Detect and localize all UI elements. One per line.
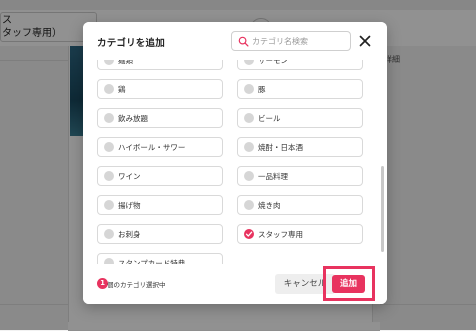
checkbox-unchecked-icon[interactable] — [244, 171, 254, 181]
category-label: サーモン — [258, 60, 288, 65]
checkbox-unchecked-icon[interactable] — [104, 84, 114, 94]
category-checkbox-item[interactable]: サーモン — [237, 60, 363, 70]
close-icon[interactable] — [357, 33, 373, 49]
category-checkbox-item[interactable]: ビール — [237, 108, 363, 128]
category-label: ワイン — [118, 172, 141, 181]
checkbox-unchecked-icon[interactable] — [244, 200, 254, 210]
checkbox-unchecked-icon[interactable] — [244, 60, 254, 65]
category-label: スタッフ専用 — [258, 230, 303, 239]
checkbox-unchecked-icon[interactable] — [244, 84, 254, 94]
category-label: 麺類 — [118, 60, 133, 65]
category-checkbox-item[interactable]: スタッフ専用 — [237, 224, 363, 244]
category-list-scroll-area[interactable]: 麺類 サーモン鶏 豚飲み放題 ビールハイボール・サワー 焼酎・日本酒ワイン 一品料理揚げ物… — [83, 60, 387, 264]
category-checkbox-item[interactable]: お刺身 — [97, 224, 223, 244]
category-label: 鶏 — [118, 85, 126, 94]
dialog-title: カテゴリを追加 — [97, 38, 165, 49]
dialog-footer: 1 個のカテゴリ選択中 キャンセル 追加 — [83, 264, 387, 304]
category-checkbox-item[interactable]: 一品料理 — [237, 166, 363, 186]
checkbox-unchecked-icon[interactable] — [244, 113, 254, 123]
search-icon — [238, 36, 249, 47]
category-checkbox-item[interactable]: 焼き肉 — [237, 195, 363, 215]
category-label: 一品料理 — [258, 172, 288, 181]
category-checkbox-item[interactable]: 焼酎・日本酒 — [237, 137, 363, 157]
checkbox-unchecked-icon[interactable] — [104, 200, 114, 210]
checkbox-unchecked-icon[interactable] — [104, 60, 114, 65]
dialog-header: カテゴリを追加 — [83, 22, 387, 60]
checkbox-unchecked-icon[interactable] — [104, 171, 114, 181]
category-checkbox-item[interactable]: 鶏 — [97, 79, 223, 99]
category-label: 焼き肉 — [258, 201, 281, 210]
category-search-input[interactable] — [252, 34, 348, 48]
category-search-box[interactable] — [231, 31, 351, 51]
category-checkbox-item[interactable]: ワイン — [97, 166, 223, 186]
add-category-dialog: カテゴリを追加 麺類 サーモン鶏 豚飲み放題 ビールハイボール・サワー 焼酎・日本酒ワイ… — [83, 22, 387, 304]
category-label: お刺身 — [118, 230, 141, 239]
checkbox-unchecked-icon[interactable] — [104, 229, 114, 239]
category-checkbox-item[interactable]: 豚 — [237, 79, 363, 99]
category-label: 飲み放題 — [118, 114, 148, 123]
category-checkbox-item[interactable]: スタンプカード特典 — [97, 253, 223, 264]
category-label: 揚げ物 — [118, 201, 141, 210]
checkbox-unchecked-icon[interactable] — [244, 142, 254, 152]
category-label: ハイボール・サワー — [118, 143, 186, 152]
category-label: 豚 — [258, 85, 266, 94]
checkbox-checked-icon[interactable] — [244, 229, 254, 239]
category-label: ビール — [258, 114, 281, 123]
checkbox-unchecked-icon[interactable] — [104, 142, 114, 152]
category-checkbox-item[interactable]: 揚げ物 — [97, 195, 223, 215]
category-checkbox-item[interactable]: 飲み放題 — [97, 108, 223, 128]
category-checkbox-item[interactable]: 麺類 — [97, 60, 223, 70]
add-button[interactable]: 追加 — [332, 275, 365, 293]
category-label: 焼酎・日本酒 — [258, 143, 303, 152]
category-checkbox-item[interactable]: ハイボール・サワー — [97, 137, 223, 157]
checkbox-unchecked-icon[interactable] — [104, 113, 114, 123]
category-list-scrollbar[interactable] — [381, 166, 384, 252]
selected-count-text: 個のカテゴリ選択中 — [107, 281, 166, 289]
